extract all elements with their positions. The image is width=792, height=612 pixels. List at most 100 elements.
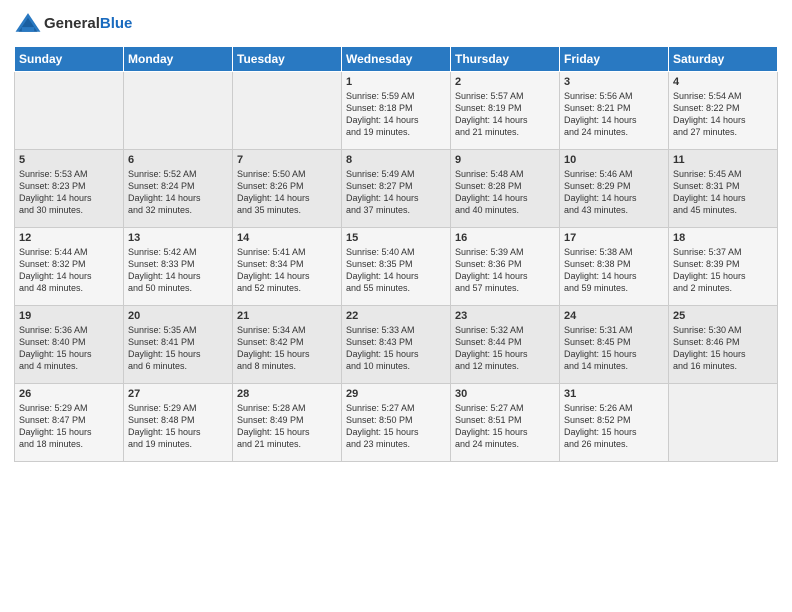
cell-info: Sunrise: 5:54 AM Sunset: 8:22 PM Dayligh… (673, 90, 773, 139)
calendar-cell: 2 Sunrise: 5:57 AM Sunset: 8:19 PM Daylig… (451, 72, 560, 150)
calendar-cell: 4 Sunrise: 5:54 AM Sunset: 8:22 PM Daylig… (669, 72, 778, 150)
day-number: 31 (564, 388, 664, 400)
day-number: 27 (128, 388, 228, 400)
day-number: 4 (673, 76, 773, 88)
cell-info: Sunrise: 5:37 AM Sunset: 8:39 PM Dayligh… (673, 246, 773, 295)
day-number: 15 (346, 232, 446, 244)
calendar-cell: 25 Sunrise: 5:30 AM Sunset: 8:46 PM Dayli… (669, 306, 778, 384)
day-number: 13 (128, 232, 228, 244)
day-number: 23 (455, 310, 555, 322)
calendar-cell: 9 Sunrise: 5:48 AM Sunset: 8:28 PM Daylig… (451, 150, 560, 228)
day-number: 2 (455, 76, 555, 88)
calendar-week-1: 1 Sunrise: 5:59 AM Sunset: 8:18 PM Daylig… (15, 72, 778, 150)
cell-info: Sunrise: 5:32 AM Sunset: 8:44 PM Dayligh… (455, 324, 555, 373)
calendar-cell: 23 Sunrise: 5:32 AM Sunset: 8:44 PM Dayli… (451, 306, 560, 384)
calendar-cell: 21 Sunrise: 5:34 AM Sunset: 8:42 PM Dayli… (233, 306, 342, 384)
calendar-cell: 17 Sunrise: 5:38 AM Sunset: 8:38 PM Dayli… (560, 228, 669, 306)
weekday-header-saturday: Saturday (669, 47, 778, 72)
calendar-cell: 10Sunrise: 5:46 AM Sunset: 8:29 PM Dayli… (560, 150, 669, 228)
cell-info: Sunrise: 5:42 AM Sunset: 8:33 PM Dayligh… (128, 246, 228, 295)
calendar-cell: 6Sunrise: 5:52 AM Sunset: 8:24 PM Daylig… (124, 150, 233, 228)
cell-info: Sunrise: 5:48 AM Sunset: 8:28 PM Dayligh… (455, 168, 555, 217)
calendar-week-2: 5 Sunrise: 5:53 AM Sunset: 8:23 PM Daylig… (15, 150, 778, 228)
calendar-cell: 24 Sunrise: 5:31 AM Sunset: 8:45 PM Dayli… (560, 306, 669, 384)
day-number: 29 (346, 388, 446, 400)
day-number: 20 (128, 310, 228, 322)
calendar-cell: 12 Sunrise: 5:44 AM Sunset: 8:32 PM Dayli… (15, 228, 124, 306)
cell-info: Sunrise: 5:59 AM Sunset: 8:18 PM Dayligh… (346, 90, 446, 139)
day-number: 17 (564, 232, 664, 244)
calendar-cell: 3 Sunrise: 5:56 AM Sunset: 8:21 PM Daylig… (560, 72, 669, 150)
calendar-cell: 14 Sunrise: 5:41 AM Sunset: 8:34 PM Dayli… (233, 228, 342, 306)
weekday-header-row: SundayMondayTuesdayWednesdayThursdayFrid… (15, 47, 778, 72)
day-number: 19 (19, 310, 119, 322)
calendar-cell: 20Sunrise: 5:35 AM Sunset: 8:41 PM Dayli… (124, 306, 233, 384)
calendar-cell: 15 Sunrise: 5:40 AM Sunset: 8:35 PM Dayli… (342, 228, 451, 306)
day-number: 25 (673, 310, 773, 322)
calendar-cell: 11Sunrise: 5:45 AM Sunset: 8:31 PM Dayli… (669, 150, 778, 228)
cell-info: Sunrise: 5:46 AM Sunset: 8:29 PM Dayligh… (564, 168, 664, 217)
cell-info: Sunrise: 5:44 AM Sunset: 8:32 PM Dayligh… (19, 246, 119, 295)
day-number: 26 (19, 388, 119, 400)
day-number: 5 (19, 154, 119, 166)
logo-icon (14, 10, 42, 38)
cell-info: Sunrise: 5:27 AM Sunset: 8:51 PM Dayligh… (455, 402, 555, 451)
day-number: 28 (237, 388, 337, 400)
calendar-table: SundayMondayTuesdayWednesdayThursdayFrid… (14, 46, 778, 462)
calendar-cell: 13 Sunrise: 5:42 AM Sunset: 8:33 PM Dayli… (124, 228, 233, 306)
calendar-cell: 30 Sunrise: 5:27 AM Sunset: 8:51 PM Dayli… (451, 384, 560, 462)
calendar-week-3: 12 Sunrise: 5:44 AM Sunset: 8:32 PM Dayli… (15, 228, 778, 306)
cell-info: Sunrise: 5:41 AM Sunset: 8:34 PM Dayligh… (237, 246, 337, 295)
calendar-cell: 29 Sunrise: 5:27 AM Sunset: 8:50 PM Dayli… (342, 384, 451, 462)
cell-info: Sunrise: 5:45 AM Sunset: 8:31 PM Dayligh… (673, 168, 773, 217)
cell-info: Sunrise: 5:34 AM Sunset: 8:42 PM Dayligh… (237, 324, 337, 373)
logo: GeneralBlue (14, 10, 132, 38)
day-number: 24 (564, 310, 664, 322)
calendar-cell: 26Sunrise: 5:29 AM Sunset: 8:47 PM Dayli… (15, 384, 124, 462)
day-number: 6 (128, 154, 228, 166)
header: GeneralBlue (14, 10, 778, 38)
weekday-header-monday: Monday (124, 47, 233, 72)
calendar-cell (15, 72, 124, 150)
weekday-header-sunday: Sunday (15, 47, 124, 72)
cell-info: Sunrise: 5:49 AM Sunset: 8:27 PM Dayligh… (346, 168, 446, 217)
calendar-cell: 28Sunrise: 5:28 AM Sunset: 8:49 PM Dayli… (233, 384, 342, 462)
day-number: 9 (455, 154, 555, 166)
cell-info: Sunrise: 5:53 AM Sunset: 8:23 PM Dayligh… (19, 168, 119, 217)
day-number: 12 (19, 232, 119, 244)
calendar-cell: 7 Sunrise: 5:50 AM Sunset: 8:26 PM Daylig… (233, 150, 342, 228)
cell-info: Sunrise: 5:31 AM Sunset: 8:45 PM Dayligh… (564, 324, 664, 373)
cell-info: Sunrise: 5:30 AM Sunset: 8:46 PM Dayligh… (673, 324, 773, 373)
cell-info: Sunrise: 5:38 AM Sunset: 8:38 PM Dayligh… (564, 246, 664, 295)
calendar-cell: 27 Sunrise: 5:29 AM Sunset: 8:48 PM Dayli… (124, 384, 233, 462)
cell-info: Sunrise: 5:29 AM Sunset: 8:48 PM Dayligh… (128, 402, 228, 451)
cell-info: Sunrise: 5:39 AM Sunset: 8:36 PM Dayligh… (455, 246, 555, 295)
weekday-header-thursday: Thursday (451, 47, 560, 72)
weekday-header-tuesday: Tuesday (233, 47, 342, 72)
day-number: 3 (564, 76, 664, 88)
cell-info: Sunrise: 5:50 AM Sunset: 8:26 PM Dayligh… (237, 168, 337, 217)
day-number: 22 (346, 310, 446, 322)
calendar-cell (669, 384, 778, 462)
day-number: 16 (455, 232, 555, 244)
logo-text: GeneralBlue (44, 16, 132, 33)
cell-info: Sunrise: 5:36 AM Sunset: 8:40 PM Dayligh… (19, 324, 119, 373)
calendar-cell: 18Sunrise: 5:37 AM Sunset: 8:39 PM Dayli… (669, 228, 778, 306)
day-number: 21 (237, 310, 337, 322)
weekday-header-wednesday: Wednesday (342, 47, 451, 72)
calendar-cell: 19 Sunrise: 5:36 AM Sunset: 8:40 PM Dayli… (15, 306, 124, 384)
day-number: 14 (237, 232, 337, 244)
calendar-cell: 8 Sunrise: 5:49 AM Sunset: 8:27 PM Daylig… (342, 150, 451, 228)
day-number: 30 (455, 388, 555, 400)
cell-info: Sunrise: 5:57 AM Sunset: 8:19 PM Dayligh… (455, 90, 555, 139)
cell-info: Sunrise: 5:27 AM Sunset: 8:50 PM Dayligh… (346, 402, 446, 451)
calendar-cell: 5 Sunrise: 5:53 AM Sunset: 8:23 PM Daylig… (15, 150, 124, 228)
day-number: 7 (237, 154, 337, 166)
calendar-cell: 1 Sunrise: 5:59 AM Sunset: 8:18 PM Daylig… (342, 72, 451, 150)
cell-info: Sunrise: 5:56 AM Sunset: 8:21 PM Dayligh… (564, 90, 664, 139)
day-number: 8 (346, 154, 446, 166)
calendar-cell: 16 Sunrise: 5:39 AM Sunset: 8:36 PM Dayli… (451, 228, 560, 306)
cell-info: Sunrise: 5:40 AM Sunset: 8:35 PM Dayligh… (346, 246, 446, 295)
calendar-cell: 31Sunrise: 5:26 AM Sunset: 8:52 PM Dayli… (560, 384, 669, 462)
day-number: 1 (346, 76, 446, 88)
